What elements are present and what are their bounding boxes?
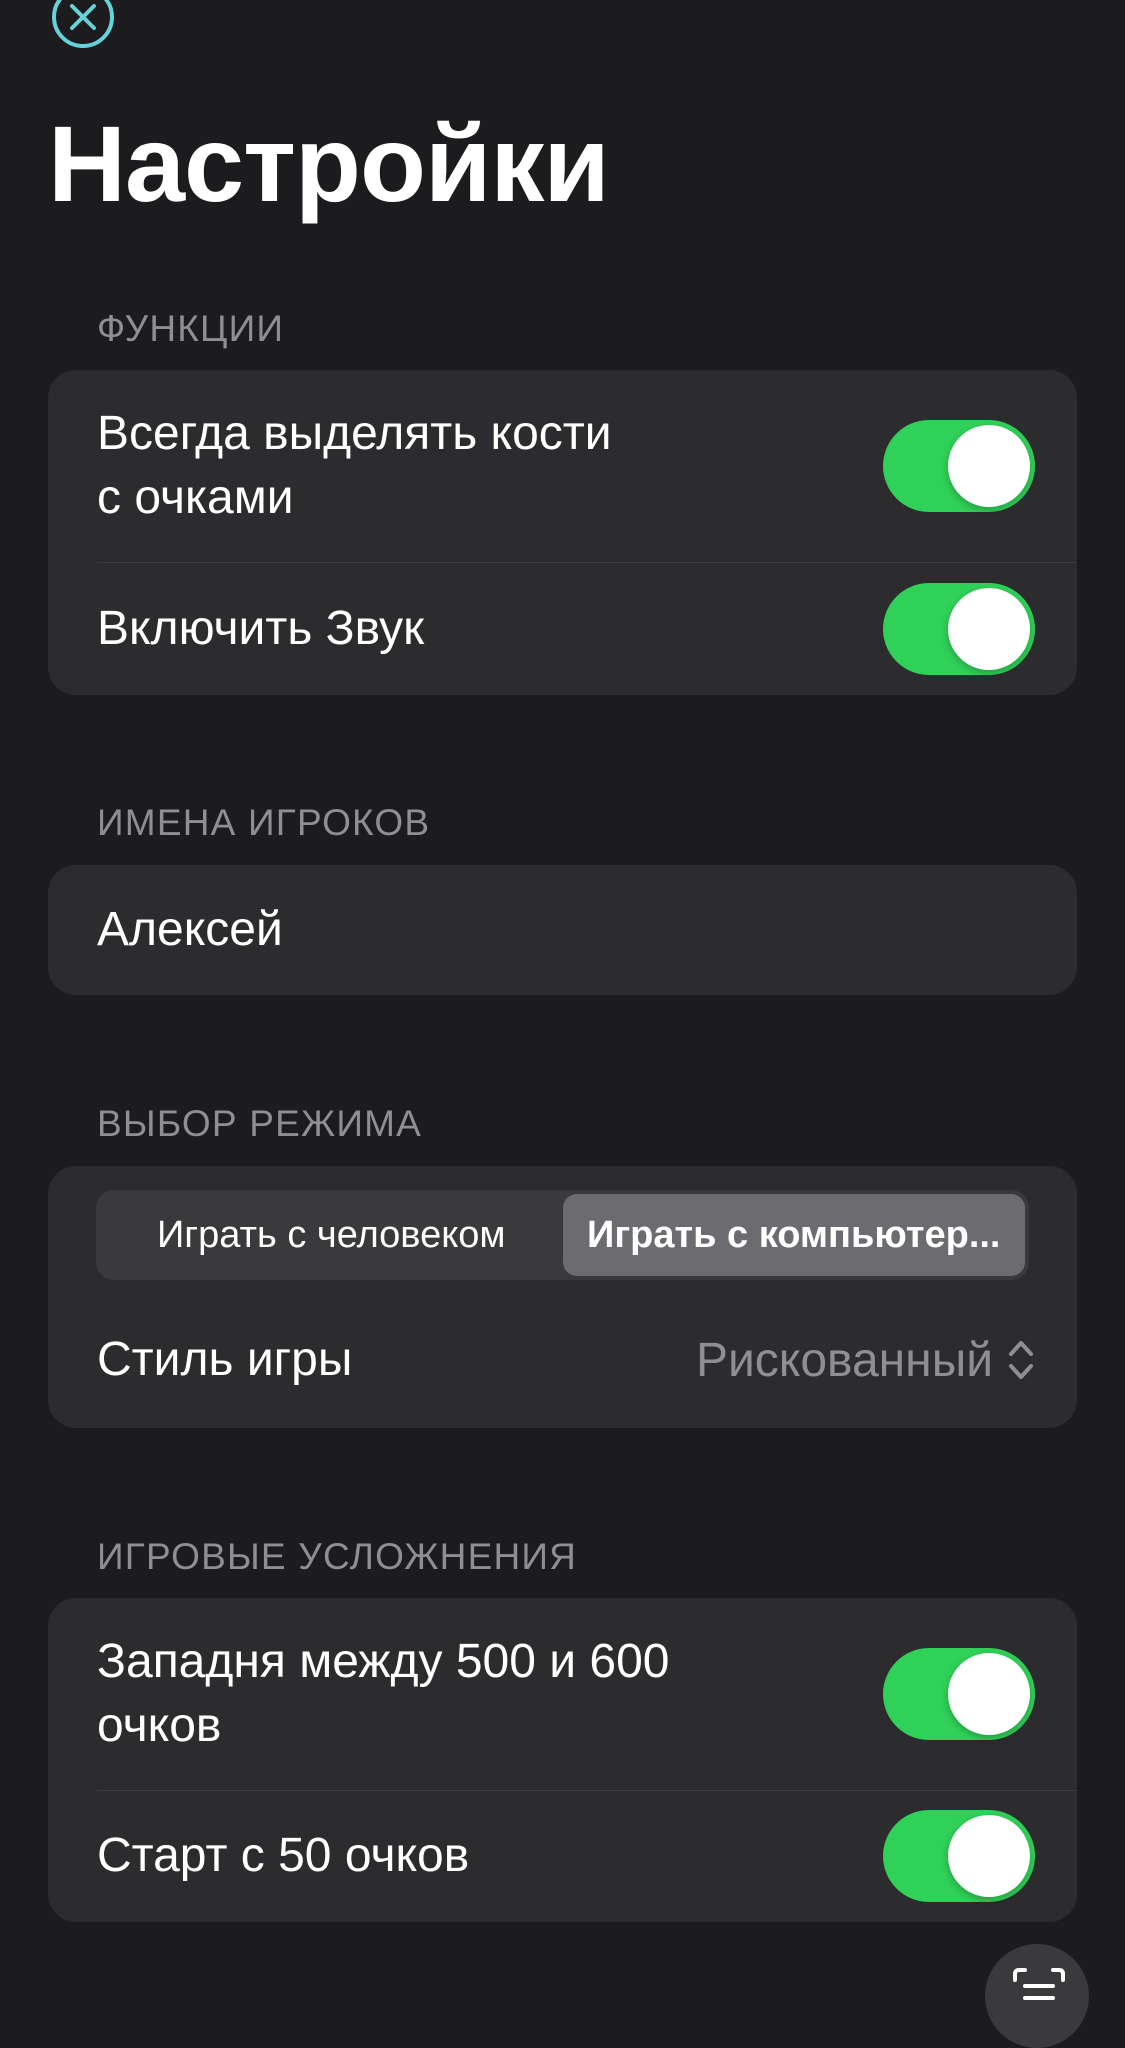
start-50-toggle[interactable] <box>883 1810 1035 1902</box>
player-name-row[interactable]: Алексей <box>48 865 1077 995</box>
section-header-features: ФУНКЦИИ <box>97 308 285 349</box>
section-header-complications: ИГРОВЫЕ УСЛОЖНЕНИЯ <box>97 1536 578 1577</box>
page-title: Настройки <box>48 103 610 224</box>
game-style-picker[interactable]: Рискованный <box>696 1333 1035 1388</box>
game-style-label: Стиль игры <box>97 1333 353 1386</box>
player-names-card: Алексей <box>48 865 1077 995</box>
mode-segmented-control: Играть с человеком Играть с компьютер... <box>96 1190 1029 1280</box>
highlight-scoring-dice-toggle[interactable] <box>883 420 1035 512</box>
start-50-label: Старт с 50 очков <box>97 1829 470 1882</box>
highlight-scoring-dice-label-line2: с очками <box>97 471 294 524</box>
list-icon <box>1013 1968 1065 2000</box>
trap-500-600-row[interactable]: Западня между 500 и 600 очков <box>48 1598 1077 1790</box>
chevron-up-down-icon <box>1009 1341 1033 1379</box>
features-card: Всегда выделять кости с очками Включить … <box>48 370 1077 695</box>
sound-row[interactable]: Включить Звук <box>48 562 1077 695</box>
game-style-row[interactable]: Стиль игры Рискованный <box>48 1294 1077 1426</box>
trap-500-600-label: Западня между 500 и 600 очков <box>97 1630 883 1758</box>
complications-card: Западня между 500 и 600 очков Старт с 50… <box>48 1598 1077 1922</box>
segment-play-human[interactable]: Играть с человеком <box>100 1194 563 1276</box>
section-header-player-names: ИМЕНА ИГРОКОВ <box>97 802 431 843</box>
sound-label: Включить Звук <box>97 601 425 655</box>
segment-play-computer[interactable]: Играть с компьютер... <box>562 1194 1025 1276</box>
close-icon <box>70 4 96 30</box>
mode-card: Играть с человеком Играть с компьютер...… <box>48 1166 1077 1428</box>
toggle-knob <box>948 425 1030 507</box>
toggle-knob <box>948 1653 1030 1735</box>
start-50-row[interactable]: Старт с 50 очков <box>48 1790 1077 1922</box>
toggle-knob <box>948 587 1030 670</box>
section-header-mode: ВЫБОР РЕЖИМА <box>97 1103 423 1144</box>
trap-500-600-toggle[interactable] <box>883 1648 1035 1740</box>
highlight-scoring-dice-label: Всегда выделять кости с очками <box>97 402 883 530</box>
trap-500-600-label-line2: очков <box>97 1699 222 1752</box>
floating-action-button[interactable] <box>985 1944 1089 2048</box>
highlight-scoring-dice-row[interactable]: Всегда выделять кости с очками <box>48 370 1077 562</box>
trap-500-600-label-line1: Западня между 500 и 600 <box>97 1635 670 1688</box>
close-button[interactable] <box>52 0 114 48</box>
game-style-value: Рискованный <box>695 1333 993 1387</box>
highlight-scoring-dice-label-line1: Всегда выделять кости <box>97 407 612 460</box>
sound-toggle[interactable] <box>883 582 1035 675</box>
player-name-field[interactable]: Алексей <box>97 898 1035 962</box>
toggle-knob <box>948 1815 1030 1897</box>
